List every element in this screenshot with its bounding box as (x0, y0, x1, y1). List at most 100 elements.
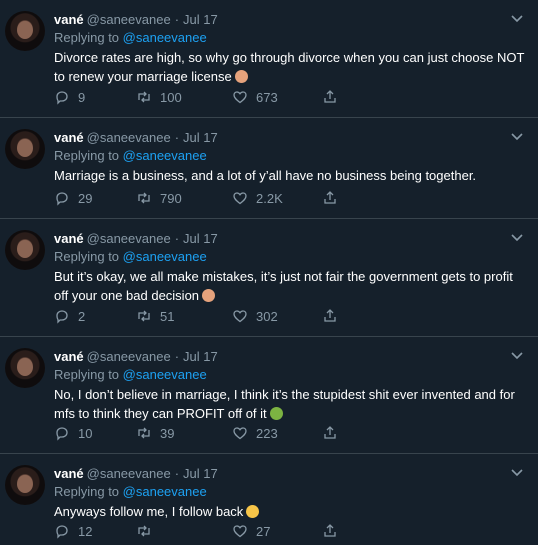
display-name[interactable]: vané (54, 349, 84, 364)
replying-to-mention[interactable]: @saneevanee (123, 484, 207, 499)
like-button[interactable]: 673 (232, 88, 278, 106)
person-gesturing-no-emoji (202, 289, 216, 302)
separator-dot: · (174, 231, 180, 246)
display-name[interactable]: vané (54, 466, 84, 481)
tweet-text: Divorce rates are high, so why go throug… (54, 48, 528, 86)
retweet-count: 51 (160, 308, 175, 324)
tweet[interactable]: vané @saneevanee · Jul 17 Replying to @sane… (0, 219, 538, 337)
reply-button[interactable]: 29 (54, 189, 92, 207)
retweet-button[interactable]: 51 (136, 307, 174, 325)
share-button[interactable] (322, 522, 346, 540)
tweet-date[interactable]: Jul 17 (183, 12, 218, 27)
reply-count: 29 (78, 190, 93, 206)
like-count: 27 (256, 523, 271, 539)
tweet-date[interactable]: Jul 17 (183, 349, 218, 364)
replying-to-label: Replying to (54, 484, 120, 499)
handle[interactable]: @saneevanee (87, 466, 171, 481)
retweet-count: 100 (160, 89, 182, 105)
reply-button[interactable]: 2 (54, 307, 85, 325)
handle[interactable]: @saneevanee (87, 231, 171, 246)
reply-count: 10 (78, 425, 93, 441)
replying-to-mention[interactable]: @saneevanee (123, 30, 207, 45)
like-button[interactable]: 2.2K (232, 189, 283, 207)
like-button[interactable]: 27 (232, 522, 270, 540)
separator-dot: · (174, 349, 180, 364)
retweet-button[interactable] (136, 522, 160, 540)
separator-dot: · (174, 12, 180, 27)
tweet[interactable]: vané @saneevanee · Jul 17 Replying to @sane… (0, 454, 538, 545)
like-count: 223 (256, 425, 278, 441)
replying-to: Replying to @saneevanee (54, 367, 207, 383)
tweet-text-content: Divorce rates are high, so why go throug… (54, 50, 525, 84)
replying-to: Replying to @saneevanee (54, 30, 207, 46)
avatar[interactable] (5, 230, 45, 270)
replying-to-mention[interactable]: @saneevanee (123, 367, 207, 382)
handle[interactable]: @saneevanee (87, 12, 171, 27)
tweet-date[interactable]: Jul 17 (183, 466, 218, 481)
tweet-header: vané @saneevanee · Jul 17 (54, 466, 218, 482)
retweet-button[interactable]: 100 (136, 88, 182, 106)
replying-to-label: Replying to (54, 367, 120, 382)
share-button[interactable] (322, 189, 346, 207)
tweet-actions: 12 27 (54, 522, 344, 540)
retweet-count: 790 (160, 190, 182, 206)
replying-to-mention[interactable]: @saneevanee (123, 249, 207, 264)
display-name[interactable]: vané (54, 130, 84, 145)
handle[interactable]: @saneevanee (87, 130, 171, 145)
heart-icon (233, 192, 247, 205)
share-button[interactable] (322, 424, 346, 442)
tweet-header: vané @saneevanee · Jul 17 (54, 349, 218, 365)
tweet-header: vané @saneevanee · Jul 17 (54, 12, 218, 28)
display-name[interactable]: vané (54, 231, 84, 246)
handle[interactable]: @saneevanee (87, 349, 171, 364)
replying-to-mention[interactable]: @saneevanee (123, 148, 207, 163)
heart-icon (233, 427, 247, 440)
tweet-text-content: No, I don’t believe in marriage, I think… (54, 387, 515, 421)
avatar[interactable] (5, 129, 45, 169)
retweet-icon (138, 310, 150, 322)
chevron-down-icon[interactable] (510, 132, 524, 142)
like-button[interactable]: 223 (232, 424, 278, 442)
display-name[interactable]: vané (54, 12, 84, 27)
retweet-count: 39 (160, 425, 175, 441)
separator-dot: · (174, 130, 180, 145)
avatar[interactable] (5, 11, 45, 51)
replying-to: Replying to @saneevanee (54, 249, 207, 265)
tweet-text: But it’s okay, we all make mistakes, it’… (54, 267, 528, 305)
tweet[interactable]: vané @saneevanee · Jul 17 Replying to @sane… (0, 118, 538, 219)
reply-button[interactable]: 12 (54, 522, 92, 540)
share-icon (324, 524, 336, 537)
retweet-button[interactable]: 790 (136, 189, 182, 207)
reply-count: 12 (78, 523, 93, 539)
reply-button[interactable]: 10 (54, 424, 92, 442)
tweet-text: Anyways follow me, I follow back (54, 502, 528, 521)
like-count: 302 (256, 308, 278, 324)
tweet-text-content: Marriage is a business, and a lot of y’a… (54, 168, 477, 183)
tweet-header: vané @saneevanee · Jul 17 (54, 231, 218, 247)
tweet-date[interactable]: Jul 17 (183, 231, 218, 246)
chevron-down-icon[interactable] (510, 233, 524, 243)
avatar[interactable] (5, 465, 45, 505)
reply-icon (56, 427, 68, 441)
reply-button[interactable]: 9 (54, 88, 85, 106)
reply-icon (56, 310, 68, 324)
chevron-down-icon[interactable] (510, 351, 524, 361)
replying-to-label: Replying to (54, 249, 120, 264)
retweet-icon (138, 525, 150, 537)
share-button[interactable] (322, 307, 346, 325)
retweet-icon (138, 192, 150, 204)
chevron-down-icon[interactable] (510, 468, 524, 478)
reply-icon (56, 525, 68, 539)
heart-icon (233, 525, 247, 538)
retweet-button[interactable]: 39 (136, 424, 174, 442)
tweet-actions: 9 100 673 (54, 88, 344, 106)
share-button[interactable] (322, 88, 346, 106)
replying-to: Replying to @saneevanee (54, 484, 207, 500)
chevron-down-icon[interactable] (510, 14, 524, 24)
tweet-date[interactable]: Jul 17 (183, 130, 218, 145)
tweet[interactable]: vané @saneevanee · Jul 17 Replying to @sane… (0, 337, 538, 454)
like-button[interactable]: 302 (232, 307, 278, 325)
share-icon (324, 309, 336, 322)
avatar[interactable] (5, 348, 45, 388)
tweet[interactable]: vané @saneevanee · Jul 17 Replying to @sane… (0, 0, 538, 118)
